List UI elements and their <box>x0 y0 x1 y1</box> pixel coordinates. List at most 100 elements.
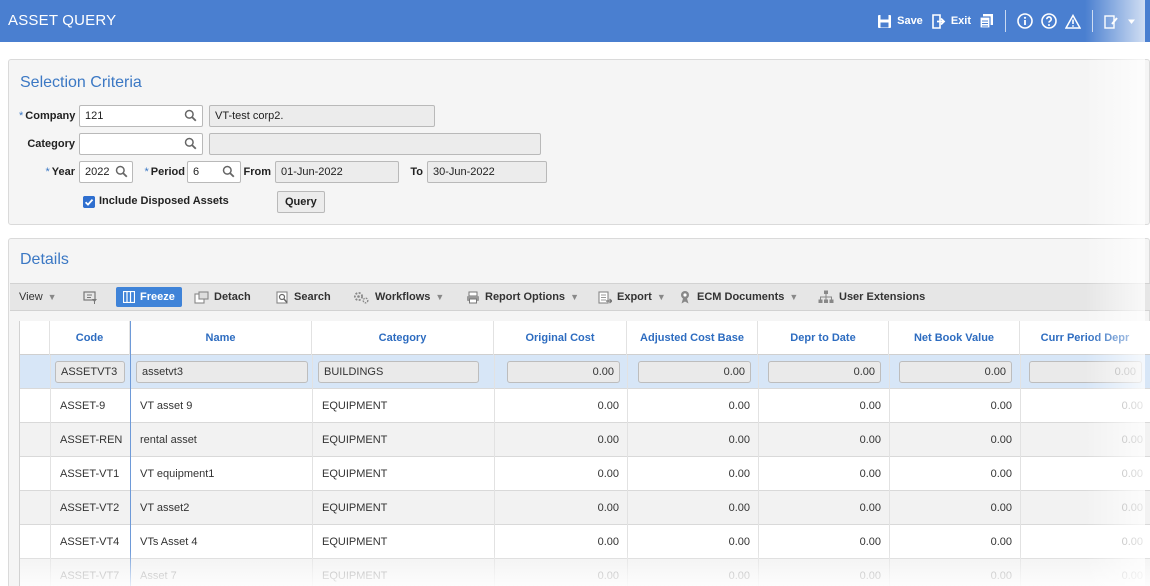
frozen-column-divider[interactable] <box>130 321 131 586</box>
save-button[interactable]: Save <box>877 14 923 29</box>
details-panel: Details View ▼ Freeze Detach Search Workf… <box>8 238 1150 586</box>
depr-to-date-cell-input[interactable]: 0.00 <box>768 361 881 383</box>
year-label-text: Year <box>51 166 75 178</box>
search-button[interactable]: Search <box>276 284 331 310</box>
save-icon <box>878 14 892 28</box>
chevron-down-icon: ▼ <box>570 292 579 302</box>
category-lookup-search-icon[interactable] <box>184 137 197 150</box>
code-cell: ASSET-VT7 <box>60 570 120 582</box>
net-book-value-cell: 0.00 <box>990 400 1012 412</box>
workflows-gear-icon <box>354 291 369 303</box>
table-row[interactable]: ASSET-VT2 VT asset2 EQUIPMENT 0.00 0.00 … <box>20 491 1150 525</box>
name-cell: Asset 7 <box>140 570 177 582</box>
ecm-documents-icon <box>681 291 689 304</box>
include-disposed-checkbox-check-icon[interactable] <box>83 196 95 208</box>
original-cost-cell: 0.00 <box>597 570 619 582</box>
exit-button[interactable]: Exit <box>931 13 971 29</box>
column-header-code[interactable]: Code <box>50 321 130 355</box>
company-description: VT-test corp2. <box>209 105 435 127</box>
curr-period-depr-cell: 0.00 <box>1121 502 1143 514</box>
search-label: Search <box>294 291 331 303</box>
year-label: * Year <box>45 166 75 178</box>
table-row[interactable]: ASSET-REN rental asset EQUIPMENT 0.00 0.… <box>20 423 1150 457</box>
code-cell-input[interactable]: ASSETVT3 <box>55 361 125 383</box>
info-icon[interactable] <box>1017 13 1033 29</box>
view-menu[interactable]: View ▼ <box>19 284 57 310</box>
net-book-value-cell: 0.00 <box>990 434 1012 446</box>
to-label: To <box>410 166 423 178</box>
column-divider <box>494 355 495 586</box>
report-options-menu[interactable]: Report Options ▼ <box>466 284 579 310</box>
table-row[interactable]: ASSETVT3 assetvt3 BUILDINGS 0.00 0.00 0.… <box>20 355 1150 389</box>
column-header-name[interactable]: Name <box>130 321 312 355</box>
original-cost-cell: 0.00 <box>597 536 619 548</box>
detach-button[interactable]: Detach <box>194 284 251 310</box>
period-lookup-search-icon[interactable] <box>222 165 235 178</box>
curr-period-depr-cell-input[interactable]: 0.00 <box>1029 361 1142 383</box>
net-book-value-cell: 0.00 <box>990 502 1012 514</box>
company-lookup-search-icon[interactable] <box>184 109 197 122</box>
company-label: * Company <box>19 110 76 122</box>
assets-grid: Code Name Category Original Cost Adjuste… <box>19 321 1150 586</box>
page-title: ASSET QUERY <box>8 12 117 29</box>
category-cell-input[interactable]: BUILDINGS <box>318 361 479 383</box>
table-row[interactable]: ASSET-VT7 Asset 7 EQUIPMENT 0.00 0.00 0.… <box>20 559 1150 586</box>
query-button[interactable]: Query <box>277 191 325 213</box>
export-menu[interactable]: Export ▼ <box>598 284 666 310</box>
name-cell: VT asset2 <box>140 502 190 514</box>
adjusted-cost-base-cell-input[interactable]: 0.00 <box>638 361 751 383</box>
adjusted-cost-base-cell: 0.00 <box>728 536 750 548</box>
user-extensions-label: User Extensions <box>839 291 926 303</box>
column-header-net-book-value[interactable]: Net Book Value <box>889 321 1020 355</box>
category-cell: EQUIPMENT <box>322 536 388 548</box>
user-extensions-button[interactable]: User Extensions <box>818 284 925 310</box>
column-header-adjusted-cost-base[interactable]: Adjusted Cost Base <box>627 321 758 355</box>
year-lookup-search-icon[interactable] <box>115 165 128 178</box>
adjusted-cost-base-cell: 0.00 <box>728 434 750 446</box>
column-header-category[interactable]: Category <box>312 321 494 355</box>
user-extensions-icon <box>818 290 834 303</box>
column-divider <box>1020 355 1021 586</box>
adjusted-cost-base-cell: 0.00 <box>728 400 750 412</box>
net-book-value-cell-input[interactable]: 0.00 <box>899 361 1012 383</box>
chevron-down-icon[interactable] <box>1127 17 1136 26</box>
original-cost-cell-input[interactable]: 0.00 <box>507 361 620 383</box>
ecm-documents-menu[interactable]: ECM Documents ▼ <box>678 284 798 310</box>
table-row[interactable]: ASSET-9 VT asset 9 EQUIPMENT 0.00 0.00 0… <box>20 389 1150 423</box>
exit-label: Exit <box>950 15 971 27</box>
name-cell-input[interactable]: assetvt3 <box>136 361 308 383</box>
freeze-button[interactable]: Freeze <box>116 287 182 307</box>
depr-to-date-cell: 0.00 <box>859 536 881 548</box>
category-description <box>209 133 541 155</box>
column-header-curr-period-depr[interactable]: Curr Period Depr <box>1020 321 1150 355</box>
workflows-menu[interactable]: Workflows ▼ <box>353 284 444 310</box>
period-label: * Period <box>144 166 185 178</box>
company-label-text: Company <box>25 110 76 122</box>
year-value: 2022 <box>85 166 110 178</box>
grid-header: Code Name Category Original Cost Adjuste… <box>20 321 1150 355</box>
table-row[interactable]: ASSET-VT4 VTs Asset 4 EQUIPMENT 0.00 0.0… <box>20 525 1150 559</box>
column-divider <box>50 355 51 586</box>
category-cell: EQUIPMENT <box>322 468 388 480</box>
edit-icon[interactable] <box>1104 14 1119 29</box>
column-header-original-cost[interactable]: Original Cost <box>494 321 627 355</box>
depr-to-date-cell: 0.00 <box>859 434 881 446</box>
category-cell: EQUIPMENT <box>322 502 388 514</box>
freeze-icon <box>123 291 135 303</box>
table-row[interactable]: ASSET-VT1 VT equipment1 EQUIPMENT 0.00 0… <box>20 457 1150 491</box>
company-value: 121 <box>85 110 104 122</box>
warning-icon[interactable] <box>1065 13 1081 29</box>
adjusted-cost-base-cell: 0.00 <box>728 468 750 480</box>
period-value: 6 <box>193 166 200 178</box>
to-date-field: 30-Jun-2022 <box>427 161 547 183</box>
category-cell: EQUIPMENT <box>322 434 388 446</box>
help-icon[interactable] <box>1041 13 1057 29</box>
chevron-down-icon: ▼ <box>435 292 445 302</box>
filter-columns-button[interactable] <box>83 284 97 310</box>
column-header-depr-to-date[interactable]: Depr to Date <box>758 321 889 355</box>
copy-icon[interactable] <box>979 13 994 29</box>
curr-period-depr-cell: 0.00 <box>1121 570 1143 582</box>
original-cost-cell: 0.00 <box>597 434 619 446</box>
code-cell: ASSET-VT2 <box>60 502 120 514</box>
print-icon <box>467 291 479 303</box>
